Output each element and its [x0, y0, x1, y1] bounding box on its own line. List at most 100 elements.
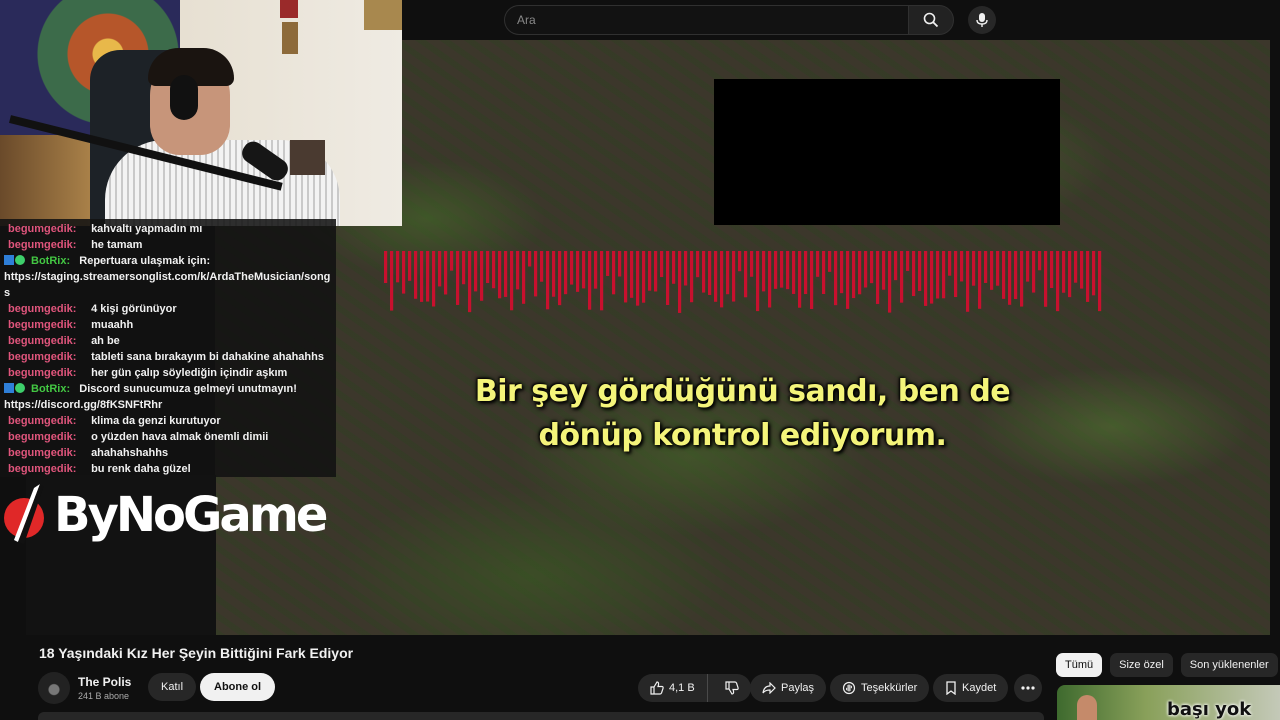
- waveform-bar: [756, 251, 760, 312]
- waveform-bar: [1062, 251, 1066, 293]
- waveform-bar: [732, 251, 736, 302]
- chat-message: ahahahshahhs: [91, 447, 169, 459]
- waveform-bar: [966, 251, 970, 312]
- waveform-bar: [708, 251, 712, 295]
- chip-for-you[interactable]: Size özel: [1110, 653, 1173, 677]
- chat-username: begumgedik:: [8, 431, 77, 443]
- save-button[interactable]: Kaydet: [933, 674, 1009, 702]
- waveform-bar: [594, 251, 598, 289]
- search-button[interactable]: [908, 5, 954, 35]
- chat-line: begumgedik: tableti sana bırakayım bi da…: [0, 349, 336, 365]
- chat-line: begumgedik: kahvaltı yapmadın mı: [0, 221, 336, 237]
- chat-username: begumgedik:: [8, 447, 77, 459]
- waveform-bar: [768, 251, 772, 308]
- chat-line: begumgedik: he tamam: [0, 237, 336, 253]
- like-button[interactable]: 4,1 B: [638, 674, 708, 702]
- waveform-bar: [786, 251, 790, 290]
- chat-link[interactable]: https://staging.streamersonglist.com/k/A…: [0, 269, 336, 301]
- thumbnail-text: başı yok: [1167, 699, 1252, 720]
- waveform-bar: [720, 251, 724, 308]
- waveform-bar: [414, 251, 418, 299]
- chat-line: begumgedik: o yüzden hava almak önemli d…: [0, 429, 336, 445]
- waveform-bar: [456, 251, 460, 305]
- waveform-bar: [684, 251, 688, 286]
- waveform-bar: [654, 251, 658, 292]
- waveform-bar: [402, 251, 406, 294]
- waveform-bar: [468, 251, 472, 313]
- waveform-bar: [534, 251, 538, 297]
- waveform-bar: [678, 251, 682, 313]
- chat-line: begumgedik: muaahh: [0, 317, 336, 333]
- chat-username: begumgedik:: [8, 223, 77, 235]
- channel-text: The Polis 241 B abone: [78, 675, 131, 701]
- waveform-bar: [408, 251, 412, 281]
- chip-all[interactable]: Tümü: [1056, 653, 1103, 677]
- chat-message: ah be: [91, 335, 120, 347]
- chat-username: begumgedik:: [8, 319, 77, 331]
- waveform-bar: [780, 251, 784, 288]
- thumbs-down-icon: [725, 681, 739, 695]
- channel-name[interactable]: The Polis: [78, 675, 131, 689]
- thanks-button[interactable]: Teşekkürler: [830, 674, 930, 702]
- waveform-bar: [1032, 251, 1036, 293]
- waveform-bar: [480, 251, 484, 301]
- waveform-bar: [606, 251, 610, 276]
- waveform-bar: [504, 251, 508, 297]
- waveform-bar: [420, 251, 424, 302]
- waveform-bar: [612, 251, 616, 295]
- thumbs-up-icon: [650, 681, 664, 695]
- waveform-bar: [426, 251, 430, 302]
- waveform-bar: [540, 251, 544, 282]
- recommendation-filters: Tümü Size özel Son yüklenenler: [1056, 653, 1280, 677]
- join-button[interactable]: Katıl: [148, 673, 197, 701]
- chat-message: klima da genzi kurutuyor: [91, 415, 221, 427]
- share-button[interactable]: Paylaş: [750, 674, 827, 702]
- waveform-bar: [948, 251, 952, 276]
- waveform-bar: [696, 251, 700, 278]
- chat-username: BotRix:: [31, 383, 71, 395]
- more-actions-button[interactable]: [1014, 674, 1042, 702]
- waveform-bar: [450, 251, 454, 271]
- waveform-bar: [558, 251, 562, 306]
- waveform-bar: [390, 251, 394, 311]
- save-label: Kaydet: [962, 682, 997, 694]
- chat-link[interactable]: https://discord.gg/8fKSNFtRhr: [0, 397, 336, 413]
- thanks-label: Teşekkürler: [861, 682, 918, 694]
- search-input[interactable]: [504, 5, 908, 35]
- waveform-bar: [930, 251, 934, 304]
- waveform-bar: [588, 251, 592, 310]
- chat-message: bu renk daha güzel: [91, 463, 191, 475]
- description-box[interactable]: [38, 712, 1044, 720]
- chat-message: 4 kişi görünüyor: [91, 303, 177, 315]
- chat-message: her gün çalıp söylediğin içindir aşkım: [91, 367, 288, 379]
- waveform-bar: [972, 251, 976, 286]
- waveform-bar: [750, 251, 754, 277]
- channel-avatar[interactable]: [38, 672, 70, 704]
- dislike-button[interactable]: [713, 674, 751, 702]
- waveform-bar: [618, 251, 622, 277]
- voice-search-button[interactable]: [968, 6, 996, 34]
- waveform-bar: [636, 251, 640, 306]
- moderator-badge-icon: [4, 255, 14, 265]
- waveform-bar: [498, 251, 502, 299]
- chip-recently-uploaded[interactable]: Son yüklenenler: [1180, 653, 1278, 677]
- waveform-bar: [876, 251, 880, 304]
- chat-message: Repertuara ulaşmak için:: [79, 255, 211, 267]
- waveform-bar: [990, 251, 994, 290]
- waveform-bar: [894, 251, 898, 281]
- waveform-bar: [870, 251, 874, 284]
- chat-message: Discord sunucumuza gelmeyi unutmayın!: [79, 383, 297, 395]
- waveform-bar: [666, 251, 670, 306]
- waveform-bar: [1020, 251, 1024, 307]
- recommended-video-thumbnail[interactable]: başı yok: [1057, 685, 1280, 720]
- wall-frame: [280, 0, 298, 18]
- channel-info[interactable]: The Polis 241 B abone: [38, 672, 131, 704]
- waveform-bar: [1002, 251, 1006, 299]
- waveform-bar: [726, 251, 730, 295]
- waveform-bar: [942, 251, 946, 299]
- waveform-bar: [798, 251, 802, 308]
- subscribe-button[interactable]: Abone ol: [200, 673, 276, 701]
- subtitle-line-2: dönüp kontrol ediyorum.: [538, 418, 947, 453]
- chat-username: begumgedik:: [8, 351, 77, 363]
- waveform-bar: [474, 251, 478, 292]
